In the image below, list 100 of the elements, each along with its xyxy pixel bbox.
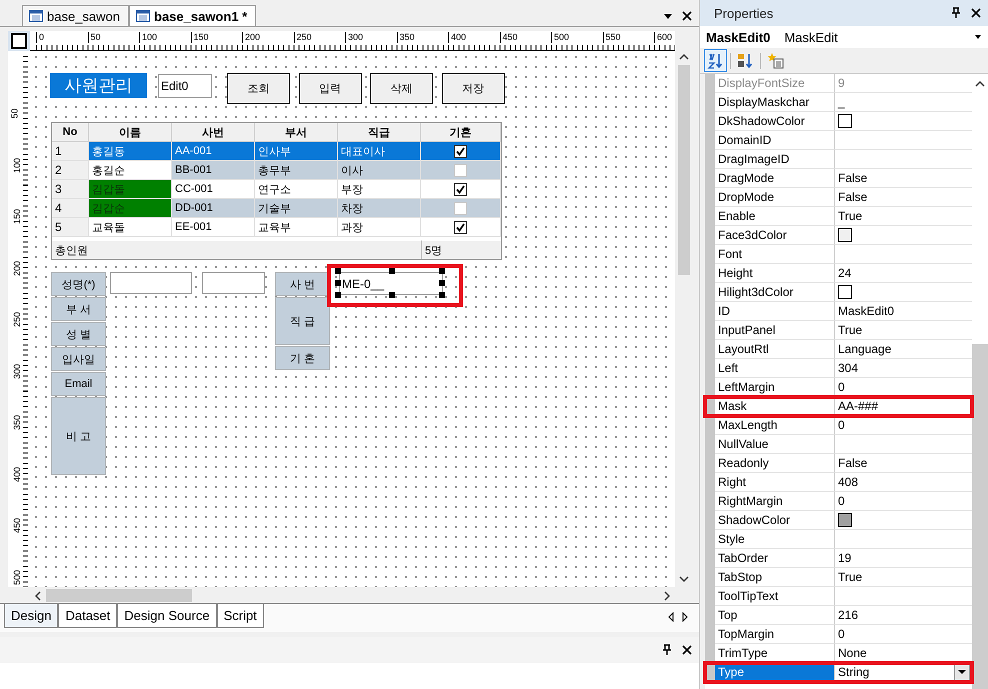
form-button[interactable]: 삭제 — [370, 73, 433, 104]
resize-handle[interactable] — [389, 268, 395, 274]
column-header[interactable]: 직급 — [338, 123, 421, 142]
property-name[interactable]: Left — [715, 359, 835, 378]
resize-handle[interactable] — [389, 292, 395, 298]
view-tab[interactable]: Design Source — [117, 604, 217, 628]
square-icon[interactable] — [11, 33, 27, 49]
pin-icon[interactable] — [661, 644, 673, 656]
property-name[interactable]: Hilight3dColor — [715, 283, 835, 302]
close-icon[interactable] — [681, 644, 693, 656]
scroll-left-icon[interactable] — [667, 612, 675, 622]
property-value[interactable]: True — [838, 323, 972, 337]
checkbox[interactable] — [454, 182, 467, 196]
column-header[interactable]: 이름 — [89, 123, 172, 142]
property-name[interactable]: TabOrder — [715, 549, 835, 568]
property-value[interactable]: 0 — [838, 627, 972, 641]
close-icon[interactable] — [970, 7, 982, 19]
property-name[interactable]: Enable — [715, 207, 835, 226]
property-name[interactable]: MaxLength — [715, 416, 835, 435]
scroll-right-icon[interactable] — [681, 612, 689, 622]
form-button[interactable]: 입력 — [298, 73, 362, 104]
property-name[interactable]: DropMode — [715, 188, 835, 207]
property-name[interactable]: LeftMargin — [715, 378, 835, 397]
property-value[interactable]: _ — [838, 95, 972, 109]
property-name[interactable]: TrimType — [715, 644, 835, 663]
color-swatch[interactable] — [838, 513, 852, 527]
property-name[interactable]: DisplayMaskchar — [715, 93, 835, 112]
scroll-thumb[interactable] — [46, 589, 192, 602]
property-value[interactable]: 24 — [838, 266, 972, 280]
checkbox[interactable] — [454, 220, 467, 234]
property-value[interactable]: String — [838, 665, 954, 679]
ruler-label: 300 — [345, 32, 364, 43]
column-header[interactable]: No — [52, 123, 89, 142]
close-icon[interactable] — [681, 10, 693, 22]
property-value[interactable]: False — [838, 190, 972, 204]
property-name[interactable]: ShadowColor — [715, 511, 835, 530]
property-value[interactable]: 0 — [838, 380, 972, 394]
property-name[interactable]: TopMargin — [715, 625, 835, 644]
row-gutter — [705, 663, 715, 682]
property-value[interactable]: AA-### — [838, 399, 972, 413]
vertical-scrollbar[interactable] — [972, 74, 988, 689]
property-name[interactable]: TabStop — [715, 568, 835, 587]
property-name[interactable]: DragMode — [715, 169, 835, 188]
document-tab[interactable]: base_sawon — [22, 5, 129, 26]
property-name[interactable]: ToolTipText — [715, 587, 835, 606]
property-name[interactable]: LayoutRtl — [715, 340, 835, 359]
scroll-thumb[interactable] — [972, 344, 988, 689]
view-tab[interactable]: Script — [216, 604, 264, 628]
property-value[interactable]: MaskEdit0 — [838, 304, 972, 318]
property-name[interactable]: DomainID — [715, 131, 835, 150]
scroll-thumb[interactable] — [678, 65, 690, 275]
input-field[interactable] — [110, 272, 192, 294]
view-tab[interactable]: Dataset — [58, 604, 118, 628]
property-value[interactable]: 304 — [838, 361, 972, 375]
property-value[interactable]: False — [838, 456, 972, 470]
property-value[interactable]: 0 — [838, 494, 972, 508]
column-header[interactable]: 사번 — [172, 123, 255, 142]
color-swatch[interactable] — [838, 285, 852, 299]
property-name[interactable]: Right — [715, 473, 835, 492]
property-value[interactable]: 19 — [838, 551, 972, 565]
ruler-label: 100 — [139, 32, 158, 43]
pin-icon[interactable] — [950, 7, 962, 19]
property-value[interactable]: Language — [838, 342, 972, 356]
color-swatch[interactable] — [838, 228, 852, 242]
property-value[interactable]: 0 — [838, 418, 972, 432]
color-swatch[interactable] — [838, 114, 852, 128]
mask-edit-field[interactable]: ME-0__ — [339, 272, 443, 295]
property-name[interactable]: NullValue — [715, 435, 835, 454]
view-tab[interactable]: Design — [4, 604, 58, 628]
property-name[interactable]: Readonly — [715, 454, 835, 473]
property-value[interactable]: True — [838, 570, 972, 584]
column-header[interactable]: 부서 — [255, 123, 338, 142]
property-name[interactable]: Top — [715, 606, 835, 625]
edit-field[interactable]: Edit0 — [158, 74, 212, 98]
property-value[interactable]: 408 — [838, 475, 972, 489]
ruler-label: 450 — [12, 518, 24, 534]
form-button[interactable]: 조회 — [227, 73, 290, 104]
checkbox[interactable] — [454, 144, 467, 158]
dropdown-button[interactable] — [954, 664, 970, 680]
property-value[interactable]: True — [838, 209, 972, 223]
property-name[interactable]: Style — [715, 530, 835, 549]
document-tab[interactable]: base_sawon1 * — [129, 5, 256, 26]
property-name[interactable]: DragImageID — [715, 150, 835, 169]
property-name[interactable]: Type — [715, 663, 835, 682]
property-name[interactable]: Mask — [715, 397, 835, 416]
property-name[interactable]: ID — [715, 302, 835, 321]
property-name[interactable]: Face3dColor — [715, 226, 835, 245]
property-value[interactable]: None — [838, 646, 972, 660]
property-name[interactable]: DkShadowColor — [715, 112, 835, 131]
property-name[interactable]: Font — [715, 245, 835, 264]
property-name[interactable]: InputPanel — [715, 321, 835, 340]
property-value[interactable]: 216 — [838, 608, 972, 622]
object-selector[interactable]: MaskEdit0 MaskEdit — [700, 26, 988, 48]
table-cell: 김갑순 — [89, 199, 172, 218]
form-button[interactable]: 저장 — [442, 73, 504, 104]
property-name[interactable]: RightMargin — [715, 492, 835, 511]
input-field[interactable] — [202, 272, 265, 294]
column-header[interactable]: 기혼 — [421, 123, 501, 142]
property-name[interactable]: Height — [715, 264, 835, 283]
property-value[interactable]: False — [838, 171, 972, 185]
